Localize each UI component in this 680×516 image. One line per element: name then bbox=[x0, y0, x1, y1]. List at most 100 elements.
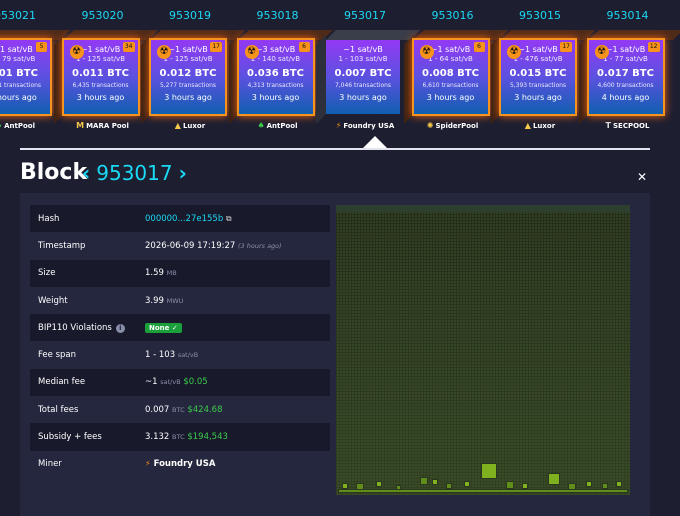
median-fee-unit: sat/vB bbox=[160, 378, 181, 387]
chevron-right-icon[interactable]: › bbox=[179, 161, 187, 185]
block-height-link[interactable]: 953019 bbox=[145, 9, 235, 22]
secpool-icon: T bbox=[605, 121, 611, 130]
block-cube[interactable]: ☢ 12 ~1 sat/vB 1 - 77 sat/vB 0.017 BTC 4,600 … bbox=[578, 30, 680, 124]
block-height-link[interactable]: 953020 bbox=[58, 9, 148, 22]
block-953016[interactable]: 953016 ☢ 6 ~1 sat/vB 1 - 64 sat/vB 0.008 BTC 6… bbox=[403, 0, 508, 140]
pool-label[interactable]: ♠AntPool bbox=[0, 121, 60, 130]
transaction-square[interactable] bbox=[376, 481, 382, 487]
cube-side bbox=[228, 35, 239, 124]
cube-side bbox=[491, 35, 501, 124]
copy-icon[interactable]: ⧉ bbox=[226, 214, 232, 223]
pool-name: Foundry USA bbox=[343, 122, 395, 130]
miner-label: Miner bbox=[38, 459, 62, 470]
cube-face: ☢5~1 sat/vB1 - 79 sat/vB0.01 BTC6,461 tr… bbox=[0, 40, 50, 114]
violation-count-badge: 34 bbox=[122, 42, 135, 52]
block-cube[interactable]: ☢ 17 ~1 sat/vB 1 - 125 sat/vB 0.012 BTC 5,277… bbox=[141, 30, 245, 124]
timestamp-row: Timestamp 2026-06-09 17:19:27 (3 hours a… bbox=[30, 232, 330, 259]
block-height-link[interactable]: 953018 bbox=[233, 9, 323, 22]
transaction-square[interactable] bbox=[548, 473, 560, 485]
info-icon[interactable]: i bbox=[115, 323, 125, 333]
miner-link[interactable]: Foundry USA bbox=[154, 459, 216, 469]
block-transactions-visualization[interactable] bbox=[336, 205, 630, 495]
pool-label[interactable]: ⚡ Foundry USA bbox=[320, 121, 410, 130]
block-age: 3 hours ago bbox=[0, 93, 37, 102]
close-icon[interactable]: ✕ bbox=[637, 170, 647, 184]
block-953019[interactable]: 953019 ☢ 17 ~1 sat/vB 1 - 125 sat/vB 0.012 BT… bbox=[141, 0, 245, 140]
block-details-panel: Hash 000000...27e155b ⧉ Timestamp 2026-0… bbox=[20, 193, 650, 516]
block-953018[interactable]: 953018 ☢ 6 ~3 sat/vB 2 - 140 sat/vB 0.036 BTC… bbox=[228, 0, 333, 140]
antpool-icon: ♠ bbox=[257, 121, 265, 130]
total-fees-row: Total fees 0.007 BTC $424.68 bbox=[30, 396, 330, 423]
block-age: 3 hours ago bbox=[339, 93, 387, 102]
selected-block-pointer bbox=[363, 136, 387, 148]
cube-top bbox=[151, 30, 245, 40]
hash-link[interactable]: 000000...27e155b bbox=[145, 214, 223, 224]
median-fee-usd: $0.05 bbox=[183, 377, 208, 388]
block-953021[interactable]: 953021 ☢5~1 sat/vB1 - 79 sat/vB0.01 BTC6,… bbox=[0, 0, 70, 140]
transaction-square[interactable] bbox=[464, 481, 470, 487]
page-title: Block bbox=[20, 160, 88, 185]
transaction-square[interactable] bbox=[420, 477, 428, 485]
block-cube[interactable]: ~1 sat/vB 1 - 103 sat/vB 0.007 BTC 7,046 tr… bbox=[316, 30, 420, 124]
block-age: 3 hours ago bbox=[164, 93, 212, 102]
pool-label[interactable]: ▲ Luxor bbox=[145, 121, 235, 130]
block-cube[interactable]: ☢ 6 ~1 sat/vB 1 - 64 sat/vB 0.008 BTC 6,610 t… bbox=[403, 30, 508, 124]
block-height-link[interactable]: 953014 bbox=[583, 9, 673, 22]
block-age: 3 hours ago bbox=[514, 93, 562, 102]
transaction-count: 6,461 transactions bbox=[0, 82, 42, 89]
viz-shade bbox=[336, 205, 630, 495]
block-cube[interactable]: ☢5~1 sat/vB1 - 79 sat/vB0.01 BTC6,461 tr… bbox=[0, 30, 70, 114]
transaction-square[interactable] bbox=[616, 481, 622, 487]
block-height-link[interactable]: 953017 bbox=[320, 9, 410, 22]
block-953020[interactable]: 953020 ☢ 34 ~1 sat/vB 1 - 125 sat/vB 0.011 BT… bbox=[53, 0, 158, 140]
weight-value: 3.99 bbox=[145, 295, 164, 306]
miner-row: Miner ⚡ Foundry USA bbox=[30, 451, 330, 478]
block-cube[interactable]: ☢ 34 ~1 sat/vB 1 - 125 sat/vB 0.011 BTC 6,435… bbox=[53, 30, 158, 124]
timestamp-value: 2026-06-09 17:19:27 bbox=[145, 240, 236, 251]
subsidy-row: Subsidy + fees 3.132 BTC $194,543 bbox=[30, 423, 330, 451]
transaction-count: 7,046 transactions bbox=[334, 82, 392, 89]
cube-face: ☢ 12 ~1 sat/vB 1 - 77 sat/vB 0.017 BTC 4,600 … bbox=[588, 40, 663, 114]
pool-label[interactable]: ▲ Luxor bbox=[495, 121, 585, 130]
block-age: 3 hours ago bbox=[76, 93, 125, 102]
total-fees: 0.011 BTC bbox=[72, 68, 129, 79]
timestamp-label: Timestamp bbox=[38, 240, 86, 251]
pool-label[interactable]: M MARA Pool bbox=[58, 121, 148, 130]
chevron-left-icon[interactable]: ‹ bbox=[82, 161, 90, 185]
fee-range: 1 - 79 sat/vB bbox=[0, 55, 36, 63]
transaction-square[interactable] bbox=[432, 479, 438, 485]
pool-name: Luxor bbox=[182, 122, 206, 130]
pool-name: Luxor bbox=[532, 122, 556, 130]
block-cube[interactable]: ☢ 6 ~3 sat/vB 2 - 140 sat/vB 0.036 BTC 4,313 … bbox=[228, 30, 333, 124]
block-953015[interactable]: 953015 ☢ 17 ~1 sat/vB 1 - 476 sat/vB 0.015 BT… bbox=[491, 0, 595, 140]
pool-label[interactable]: T SECPOOL bbox=[583, 121, 673, 130]
cube-face: ☢ 17 ~1 sat/vB 1 - 125 sat/vB 0.012 BTC 5,277… bbox=[151, 40, 225, 114]
transaction-square[interactable] bbox=[586, 481, 592, 487]
cube-face: ☢ 34 ~1 sat/vB 1 - 125 sat/vB 0.011 BTC 6,435… bbox=[63, 40, 138, 114]
block-height-link[interactable]: 953015 bbox=[495, 9, 585, 22]
hash-label: Hash bbox=[38, 213, 60, 224]
transaction-square[interactable] bbox=[481, 463, 497, 479]
subsidy-usd: $194,543 bbox=[187, 432, 228, 443]
transaction-square[interactable] bbox=[506, 481, 514, 489]
weight-label: Weight bbox=[38, 295, 68, 306]
fee-span-label: Fee span bbox=[38, 350, 77, 361]
block-age: 3 hours ago bbox=[426, 93, 475, 102]
weight-unit: MWU bbox=[166, 296, 184, 305]
total-fees-value: 0.007 bbox=[145, 404, 170, 415]
block-height-link[interactable]: 953016 bbox=[408, 9, 498, 22]
block-height-title: 953017 bbox=[96, 161, 173, 185]
block-953017[interactable]: 953017 ~1 sat/vB 1 - 103 sat/vB 0.007 BTC 7,… bbox=[316, 0, 420, 140]
block-953014[interactable]: 953014 ☢ 12 ~1 sat/vB 1 - 77 sat/vB 0.017 BTC… bbox=[578, 0, 680, 140]
blockchain-strip: 953021 ☢ 5 ~1 sat/vB 1 - 79 sat/vB 0.01 BTC 6,… bbox=[0, 0, 680, 150]
fee-range: 1 - 103 sat/vB bbox=[338, 55, 388, 63]
transaction-square[interactable] bbox=[338, 489, 628, 493]
block-cube[interactable]: ☢ 17 ~1 sat/vB 1 - 476 sat/vB 0.015 BTC 5,393… bbox=[491, 30, 595, 124]
block-height-link[interactable]: 953021 bbox=[0, 9, 60, 22]
pool-label[interactable]: ✺ SpiderPool bbox=[408, 121, 498, 130]
bip110-row: BIP110 Violations i None ✓ bbox=[30, 314, 330, 342]
violation-count-badge: 17 bbox=[210, 42, 222, 52]
fee-span-row: Fee span 1 - 103 sat/vB bbox=[30, 341, 330, 368]
pool-label[interactable]: ♠AntPool bbox=[233, 121, 323, 130]
foundry-icon: ⚡ bbox=[335, 121, 342, 130]
